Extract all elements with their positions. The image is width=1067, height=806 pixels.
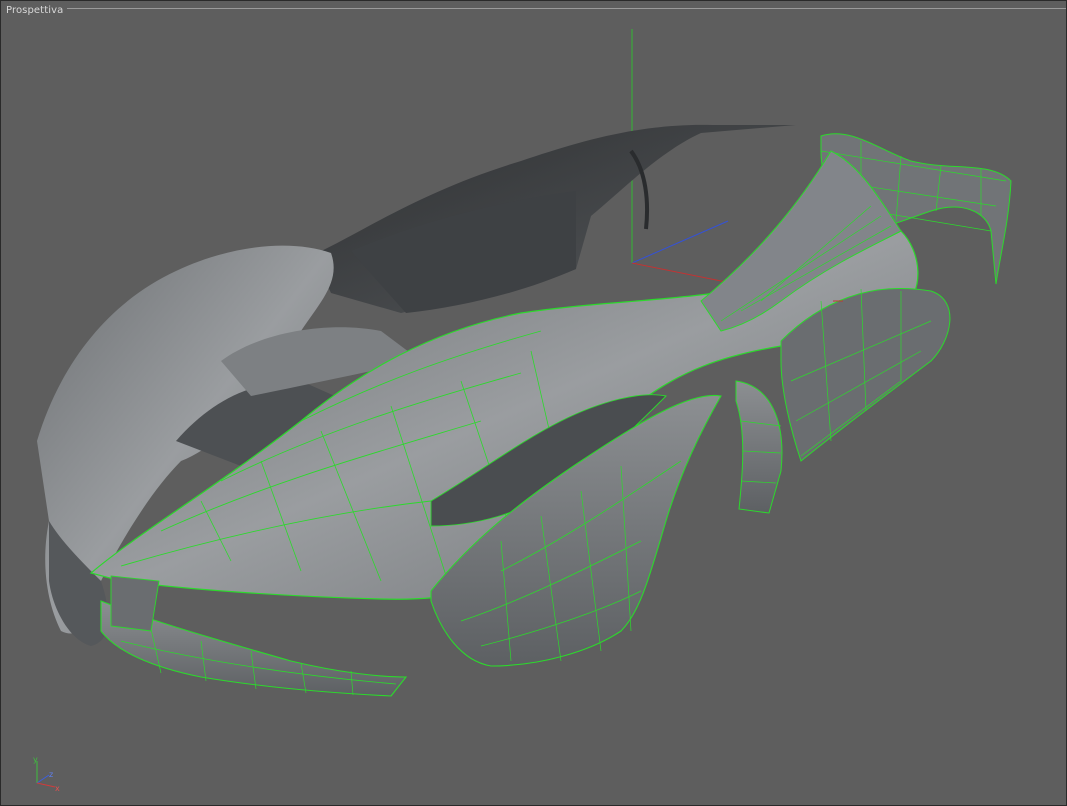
orientation-gizmo: y z x xyxy=(33,755,60,793)
3d-scene[interactable] xyxy=(1,1,1066,805)
gizmo-x-label: x xyxy=(55,784,60,793)
gizmo-y-label: y xyxy=(33,755,38,764)
perspective-viewport[interactable]: Prospettiva y z x xyxy=(0,0,1067,806)
gizmo-x-axis xyxy=(36,782,56,788)
wheel-arch-flap[interactable] xyxy=(735,380,783,514)
gizmo-z-axis xyxy=(36,774,50,784)
gizmo-z-label: z xyxy=(49,770,53,779)
